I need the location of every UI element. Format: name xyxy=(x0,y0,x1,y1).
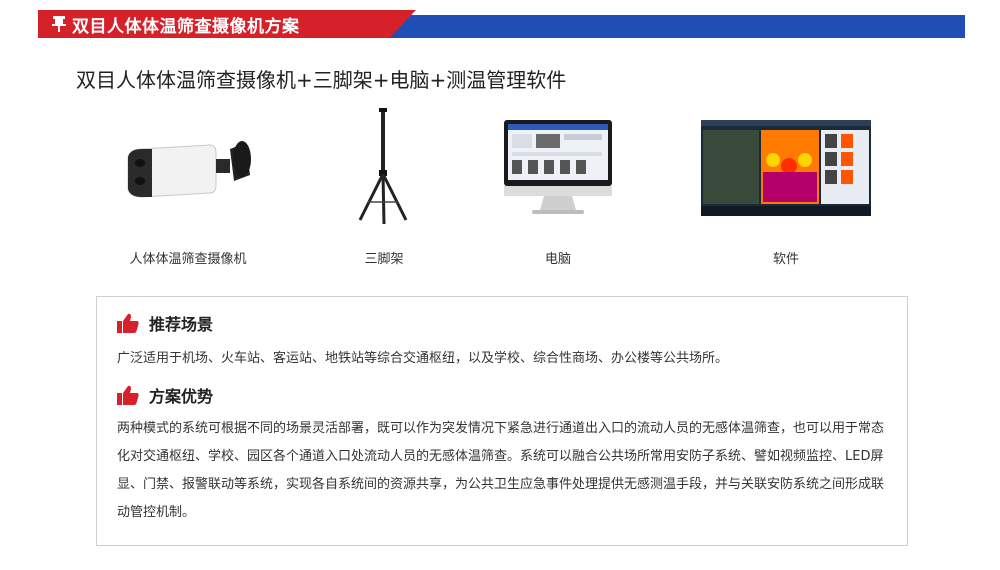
product-computer: 电脑 xyxy=(458,108,658,267)
solution-subtitle: 双目人体体温筛查摄像机+三脚架+电脑+测温管理软件 xyxy=(76,68,567,92)
product-label: 电脑 xyxy=(544,252,571,267)
product-label: 人体体温筛查摄像机 xyxy=(129,252,247,267)
thumbs-up-icon xyxy=(117,385,139,405)
banner-red-tab: 双目人体体温筛查摄像机方案 xyxy=(38,10,416,38)
product-software: 软件 xyxy=(686,108,886,267)
pin-icon xyxy=(52,16,66,32)
tripod-icon xyxy=(358,108,408,225)
section-recommended-scenarios: 推荐场景 xyxy=(117,311,213,335)
product-tripod: 三脚架 xyxy=(284,108,484,267)
section-heading: 推荐场景 xyxy=(149,315,214,334)
thumbs-up-icon xyxy=(117,313,139,333)
software-screenshot xyxy=(701,120,871,216)
camera-icon xyxy=(127,141,251,198)
section-text: 广泛适用于机场、火车站、客运站、地铁站等综合交通枢纽，以及学校、综合性商场、办公… xyxy=(117,351,729,366)
product-label: 三脚架 xyxy=(364,252,404,267)
section-text: 两种模式的系统可根据不同的场景灵活部署，既可以作为突发情况下紧急进行通道出入口的… xyxy=(117,421,885,520)
product-camera: 人体体温筛查摄像机 xyxy=(88,108,288,267)
computer-icon xyxy=(504,120,612,214)
product-label: 软件 xyxy=(772,252,799,267)
section-advantages: 方案优势 xyxy=(117,383,213,407)
section-heading: 方案优势 xyxy=(149,387,214,406)
header-banner: 双目人体体温筛查摄像机方案 xyxy=(38,10,965,38)
banner-title: 双目人体体温筛查摄像机方案 xyxy=(72,16,300,37)
info-card: 推荐场景 广泛适用于机场、火车站、客运站、地铁站等综合交通枢纽，以及学校、综合性… xyxy=(96,296,908,546)
